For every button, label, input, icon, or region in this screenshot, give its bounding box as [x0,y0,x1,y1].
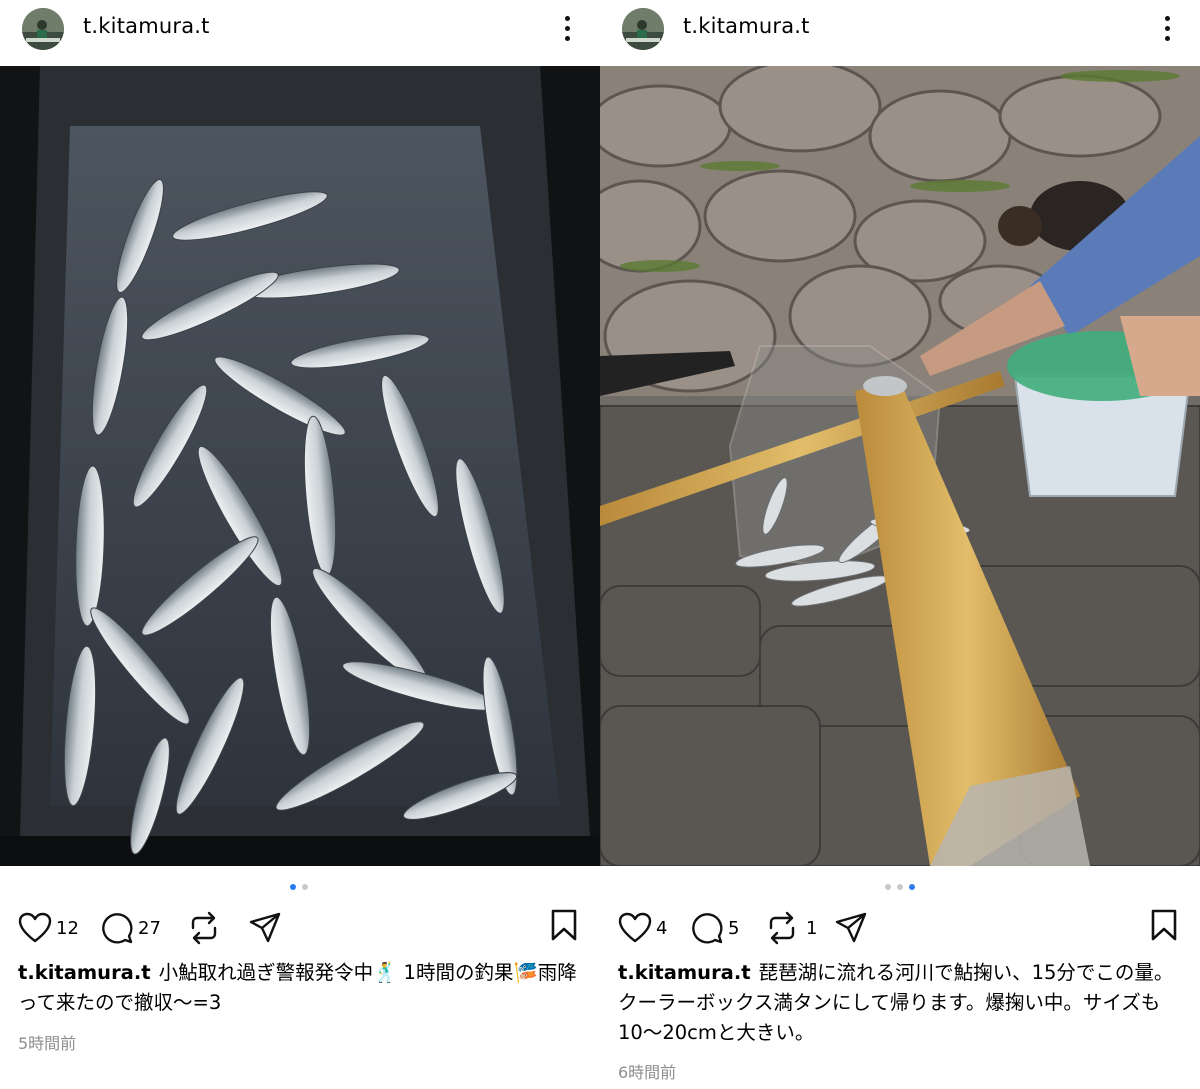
comment-count: 27 [138,917,161,939]
more-options-icon[interactable] [1158,12,1178,46]
save-button[interactable] [1149,908,1179,946]
share-button[interactable] [248,908,282,948]
bookmark-outline-icon [1151,909,1177,941]
share-button[interactable] [834,908,868,948]
post-2: t.kitamura.t 4 5 1 t.kitamura.t 琵琶湖に流れる河… [600,0,1200,1089]
post-username[interactable]: t.kitamura.t [83,14,210,38]
post-header: t.kitamura.t [600,0,1200,66]
carousel-indicator [0,884,600,892]
more-options-icon[interactable] [558,12,578,46]
repost-arrows-icon [769,911,795,945]
like-count: 4 [656,917,668,939]
like-button[interactable]: 12 [18,908,79,948]
post-caption: t.kitamura.t 琵琶湖に流れる河川で鮎掬い、15分でこの量。クーラーボッ… [618,958,1178,1048]
comment-button[interactable]: 27 [100,908,161,948]
save-button[interactable] [549,908,579,946]
like-count: 12 [56,917,79,939]
post-photo-netting-ayu-on-stones[interactable] [600,66,1200,866]
paper-plane-icon [249,912,281,943]
carousel-dot [302,884,308,890]
post-timestamp: 6時間前 [618,1063,677,1082]
speech-bubble-icon [102,913,133,944]
avatar[interactable] [22,8,64,50]
comment-button[interactable]: 5 [690,908,739,948]
caption-username[interactable]: t.kitamura.t [18,961,151,984]
post-actions: 4 5 1 [600,908,1200,952]
post-header: t.kitamura.t [0,0,600,66]
post-username[interactable]: t.kitamura.t [683,14,810,38]
heart-outline-icon [18,912,52,943]
carousel-dot-active [909,884,915,890]
repost-button[interactable]: 1 [766,908,817,948]
bookmark-outline-icon [551,909,577,941]
repost-arrows-icon [191,911,217,945]
post-photo-cooler-full-of-ayu[interactable] [0,66,600,866]
carousel-indicator [600,884,1200,892]
paper-plane-icon [835,912,867,943]
post-timestamp: 5時間前 [18,1034,77,1053]
caption-username[interactable]: t.kitamura.t [618,961,751,984]
repost-count: 1 [806,917,818,939]
repost-button[interactable] [188,908,220,948]
heart-outline-icon [618,912,652,943]
like-button[interactable]: 4 [618,908,667,948]
comment-count: 5 [728,917,740,939]
carousel-dot-active [290,884,296,890]
post-1: t.kitamura.t 12 27 t.kitamura.t 小鮎取れ過ぎ警報… [0,0,600,1089]
carousel-dot [897,884,903,890]
avatar[interactable] [622,8,664,50]
post-caption: t.kitamura.t 小鮎取れ過ぎ警報発令中🕺 1時間の釣果🎏雨降って来たので… [18,958,578,1018]
speech-bubble-icon [692,913,723,944]
carousel-dot [885,884,891,890]
post-actions: 12 27 [0,908,600,952]
